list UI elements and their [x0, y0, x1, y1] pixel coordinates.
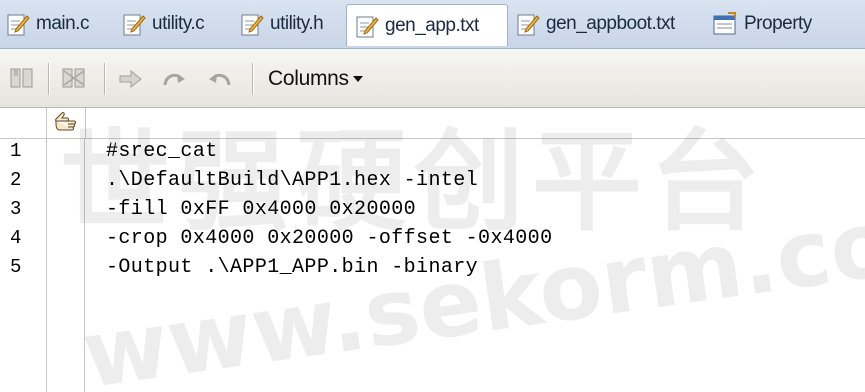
gutter-marker-header[interactable] [46, 108, 86, 138]
gutter-divider [46, 138, 47, 392]
redo-icon[interactable] [160, 65, 190, 93]
code-line[interactable]: -fill 0xFF 0x4000 0x20000 [106, 198, 416, 221]
line-number: 3 [10, 198, 22, 220]
file-edit-icon [123, 14, 146, 36]
tab-main-c[interactable]: main.c [6, 4, 89, 44]
document-tab-bar: main.c utility.c utility.h gen_app.txt g… [0, 0, 865, 49]
line-number: 2 [10, 169, 22, 191]
tab-label: gen_appboot.txt [546, 13, 675, 34]
pointing-hand-icon [55, 112, 76, 131]
toggle-bookmark-icon[interactable] [8, 65, 38, 93]
gutter-divider [84, 138, 85, 392]
code-line[interactable]: -Output .\APP1_APP.bin -binary [106, 256, 478, 279]
tab-label: utility.h [270, 13, 324, 34]
undo-icon[interactable] [204, 65, 234, 93]
code-line[interactable]: .\DefaultBuild\APP1.hex -intel [106, 169, 478, 192]
tab-property[interactable]: Property [712, 4, 812, 44]
file-edit-icon [241, 14, 264, 36]
tab-gen-appboot-txt[interactable]: gen_appboot.txt [516, 4, 675, 44]
tab-label: main.c [36, 13, 89, 34]
tab-label: utility.c [152, 13, 205, 34]
code-line[interactable]: -crop 0x4000 0x20000 -offset -0x4000 [106, 227, 552, 250]
tab-label: Property [744, 13, 812, 34]
clear-bookmarks-icon[interactable] [60, 65, 90, 93]
toolbar-separator [252, 63, 254, 95]
editor-toolbar: Columns [0, 49, 865, 108]
toolbar-separator [104, 63, 106, 95]
file-edit-icon [7, 14, 30, 36]
columns-dropdown[interactable]: Columns [268, 65, 363, 93]
toolbar-separator [48, 63, 50, 95]
tab-gen-app-txt[interactable]: gen_app.txt [346, 4, 508, 46]
property-icon [713, 12, 736, 35]
text-editor[interactable]: 世强硬创平台 www.sekorm.com 1 2 3 4 5 #srec_ca… [0, 108, 865, 392]
line-number: 1 [10, 140, 22, 162]
columns-label: Columns [268, 67, 349, 90]
chevron-down-icon [352, 76, 363, 82]
line-number: 4 [10, 227, 22, 249]
tab-utility-h[interactable]: utility.h [240, 4, 324, 44]
go-to-icon[interactable] [116, 65, 146, 93]
line-number: 5 [10, 256, 22, 278]
gutter-header [0, 108, 865, 139]
tab-label: gen_app.txt [385, 14, 479, 36]
code-line[interactable]: #srec_cat [106, 140, 218, 163]
tab-utility-c[interactable]: utility.c [122, 4, 205, 44]
file-edit-icon [356, 16, 379, 37]
file-edit-icon [517, 14, 540, 36]
